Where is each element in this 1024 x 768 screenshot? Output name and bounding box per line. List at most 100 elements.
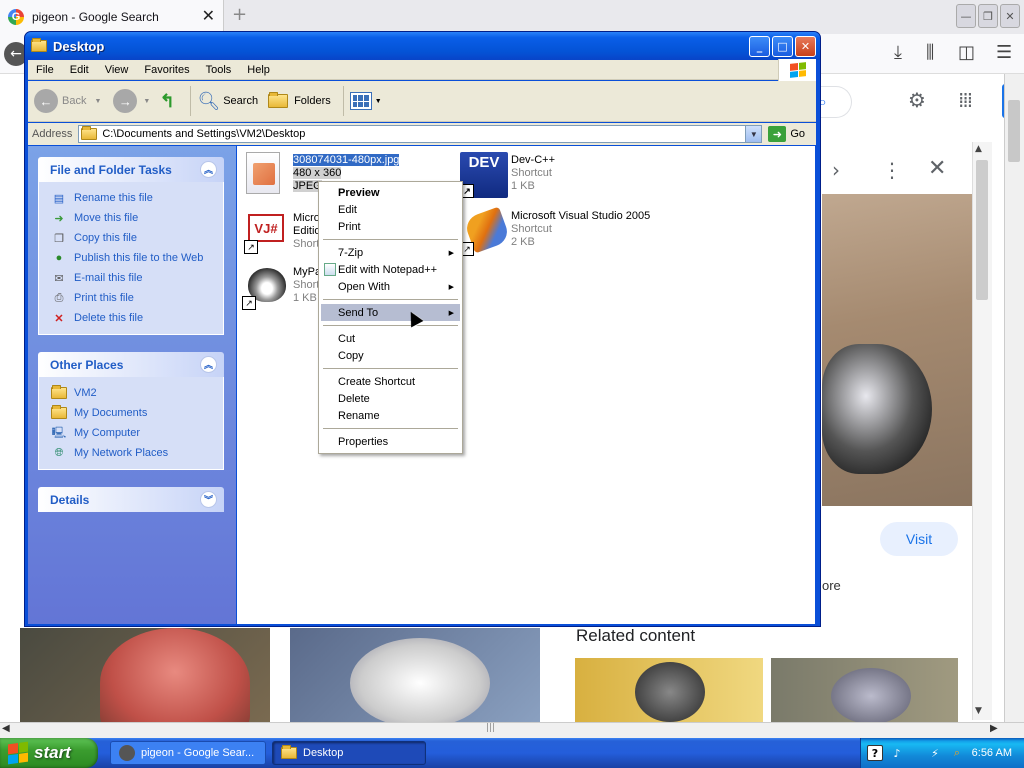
menu-file[interactable]: File (28, 64, 62, 76)
network-icon[interactable]: ⚡ (927, 745, 943, 761)
print-file-link[interactable]: ⎙ Print this file (51, 288, 223, 308)
menu-7zip[interactable]: 7-Zip ▶ (321, 244, 460, 261)
menu-properties[interactable]: Properties (321, 433, 460, 450)
more-options-icon[interactable]: ⋮ (882, 158, 902, 182)
more-link[interactable]: ore (822, 578, 841, 593)
windows-logo-icon (778, 59, 816, 81)
browser-restore-icon[interactable]: ❐ (978, 4, 998, 28)
panel-scroll-thumb[interactable] (976, 160, 988, 300)
new-tab-icon[interactable]: + (232, 4, 247, 25)
browser-minimize-icon[interactable]: — (956, 4, 976, 28)
file-item-visual-jsharp[interactable]: VJ# ↗ Micro Editio Shortc (242, 210, 325, 256)
collapse-chevron-icon[interactable]: ︽ (200, 356, 217, 373)
minimize-button[interactable]: _ (749, 36, 770, 57)
browser-close-icon[interactable]: ✕ (1000, 4, 1020, 28)
file-item-dev-cpp[interactable]: DEV ↗ Dev-C++ Shortcut 1 KB (458, 152, 658, 198)
library-icon[interactable]: ⫼ (926, 42, 934, 63)
forward-button[interactable]: → ▼ (107, 89, 150, 113)
my-network-places-link[interactable]: 🌐︎ My Network Places (51, 443, 223, 463)
close-tab-icon[interactable]: ✕ (202, 6, 215, 25)
forward-dropdown-icon[interactable]: ▼ (143, 98, 150, 105)
file-folder-tasks-title: File and Folder Tasks (50, 162, 172, 177)
close-button[interactable]: ✕ (795, 36, 816, 57)
folders-button[interactable]: Folders (264, 92, 331, 108)
up-folder-button[interactable]: ↰ (156, 90, 178, 112)
result-image-white-pigeon[interactable] (290, 628, 540, 728)
settings-gear-icon[interactable]: ⚙ (908, 88, 926, 112)
scroll-right-icon[interactable]: ▶ (990, 723, 998, 734)
start-button[interactable]: start (0, 738, 98, 768)
file-item-visual-studio[interactable]: ↗ Microsoft Visual Studio 2005 Shortcut … (458, 206, 658, 256)
menu-notepad[interactable]: Edit with Notepad++ (321, 261, 460, 278)
rename-file-link[interactable]: ▤ Rename this file (51, 188, 223, 208)
related-image-pigeon-2[interactable] (771, 658, 958, 722)
publish-file-link[interactable]: ● Publish this file to the Web (51, 248, 223, 268)
back-button[interactable]: ← Back ▼ (34, 89, 101, 113)
scroll-up-icon[interactable]: ▲ (975, 144, 982, 154)
taskbar-item-desktop[interactable]: Desktop (272, 741, 426, 765)
menu-print[interactable]: Print (321, 218, 460, 235)
search-tray-icon[interactable]: ⌕ (949, 745, 965, 761)
email-file-link[interactable]: ✉ E-mail this file (51, 268, 223, 288)
browser-tab[interactable]: G pigeon - Google Search ✕ (0, 0, 224, 34)
menu-create-shortcut[interactable]: Create Shortcut (321, 373, 460, 390)
scroll-down-icon[interactable]: ▼ (975, 706, 982, 716)
my-computer-link[interactable]: 🖳 My Computer (51, 423, 223, 443)
back-dropdown-icon[interactable]: ▼ (94, 98, 101, 105)
close-panel-icon[interactable]: ✕ (928, 156, 946, 181)
download-icon[interactable]: ⤓ (894, 42, 902, 63)
copy-file-link[interactable]: ❐ Copy this file (51, 228, 223, 248)
details-header[interactable]: Details ︾ (38, 487, 224, 512)
menu-tools[interactable]: Tools (198, 64, 240, 76)
explorer-title-bar[interactable]: Desktop (25, 32, 820, 60)
scroll-left-icon[interactable]: ◀ (2, 723, 10, 734)
scroll-grip-icon[interactable]: ||| (486, 723, 495, 733)
my-documents-link[interactable]: My Documents (51, 403, 223, 423)
taskbar-item-firefox[interactable]: pigeon - Google Sear... (110, 741, 266, 765)
menu-favorites[interactable]: Favorites (136, 64, 197, 76)
menu-separator (323, 428, 458, 429)
result-image-pink-pigeon[interactable] (20, 628, 270, 722)
vm2-link[interactable]: VM2 (51, 383, 223, 403)
menu-copy[interactable]: Copy (321, 347, 460, 364)
menu-preview[interactable]: Preview (321, 184, 460, 201)
page-scroll-thumb[interactable] (1008, 100, 1020, 162)
pigeon-preview-image[interactable] (822, 194, 974, 506)
menu-help[interactable]: Help (239, 64, 278, 76)
task-pane: File and Folder Tasks ︽ ▤ Rename this fil… (28, 146, 236, 624)
horizontal-scrollbar[interactable] (0, 722, 1024, 738)
maximize-button[interactable]: □ (772, 36, 793, 57)
visual-jsharp-icon: VJ# ↗ (244, 210, 288, 254)
file-item-mypa[interactable]: ↗ MyPa Short 1 KB (242, 264, 322, 310)
page-scrollbar[interactable] (1004, 74, 1024, 722)
menu-rename[interactable]: Rename (321, 407, 460, 424)
folders-icon (268, 92, 289, 108)
address-dropdown-icon[interactable]: ▼ (745, 126, 762, 142)
file-dimensions: 480 x 360 (293, 167, 342, 179)
move-file-link[interactable]: ➜ Move this file (51, 208, 223, 228)
google-apps-icon[interactable]: ⁞⁞⁞ (958, 88, 973, 112)
menu-view[interactable]: View (97, 64, 137, 76)
help-icon[interactable]: ? (867, 745, 883, 761)
menu-edit-item[interactable]: Edit (321, 201, 460, 218)
next-image-icon[interactable]: › (832, 158, 840, 182)
menu-open-with[interactable]: Open With ▶ (321, 278, 460, 295)
other-places-header[interactable]: Other Places ︽ (38, 352, 224, 377)
app-menu-icon[interactable]: ☰ (996, 42, 1012, 63)
delete-file-link[interactable]: ✕ Delete this file (51, 308, 223, 328)
address-input[interactable]: C:\Documents and Settings\VM2\Desktop ▼ (78, 125, 763, 143)
visit-button[interactable]: Visit (880, 522, 958, 556)
sidebar-icon[interactable]: ◫ (958, 42, 975, 63)
file-folder-tasks-header[interactable]: File and Folder Tasks ︽ (38, 157, 224, 182)
menu-edit[interactable]: Edit (62, 64, 97, 76)
menu-cut[interactable]: Cut (321, 330, 460, 347)
views-button[interactable]: ▼ (349, 92, 382, 110)
menu-send-to[interactable]: Send To ▶ (321, 304, 460, 321)
related-image-pigeon[interactable] (575, 658, 763, 722)
expand-chevron-icon[interactable]: ︾ (200, 491, 217, 508)
search-button[interactable]: 🔍︎ Search (197, 91, 258, 112)
go-button[interactable]: ➜ Go (768, 126, 805, 142)
volume-icon[interactable]: ♪ (889, 745, 905, 761)
menu-delete[interactable]: Delete (321, 390, 460, 407)
collapse-chevron-icon[interactable]: ︽ (200, 161, 217, 178)
